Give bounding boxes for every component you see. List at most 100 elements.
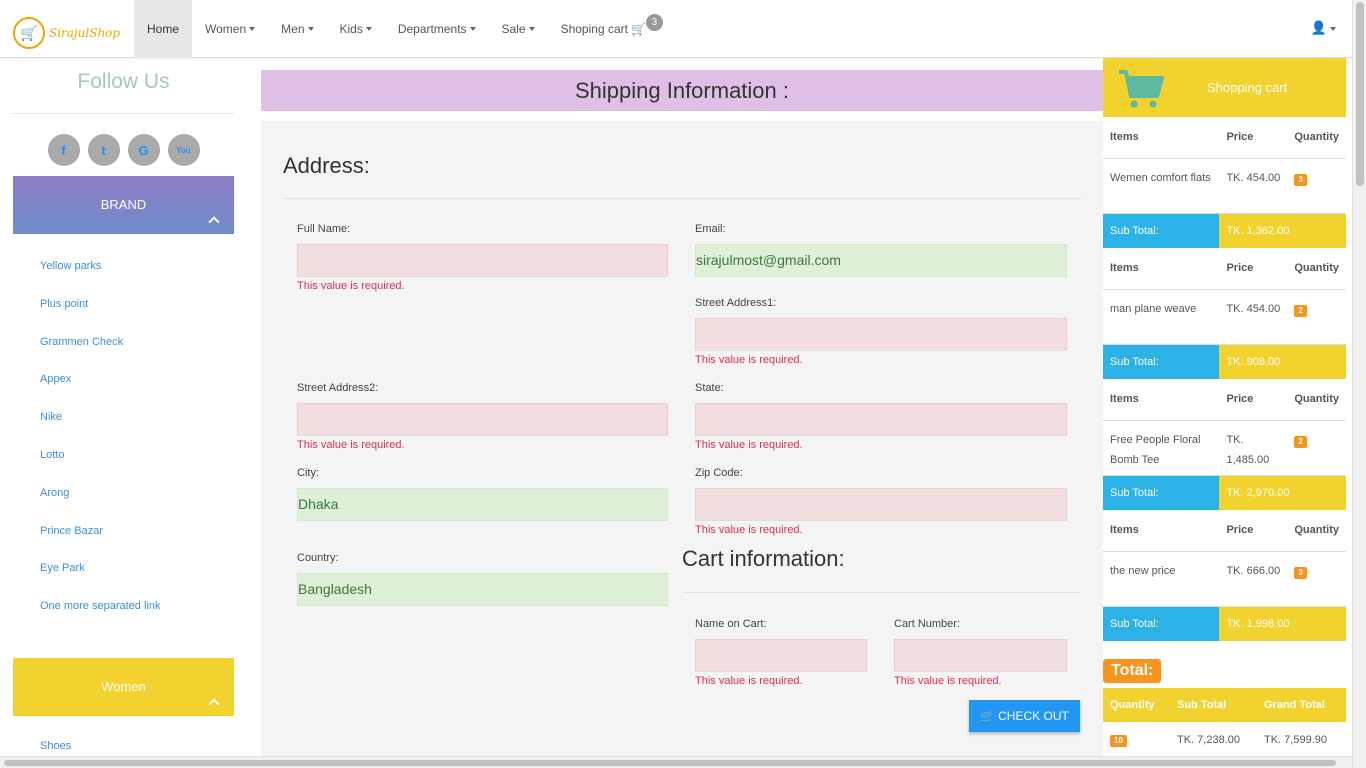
nav-sale[interactable]: Sale xyxy=(489,0,548,58)
left-sidebar: Follow Us f t G You BRAND Yellow parks P… xyxy=(13,58,234,758)
vertical-scrollbar[interactable] xyxy=(1352,0,1366,768)
shopping-cart-panel: Shopping cart Items Price Quantity Wemen… xyxy=(1103,58,1346,758)
subtotal-label: Sub Total: xyxy=(1103,475,1220,510)
facebook-icon[interactable]: f xyxy=(47,134,80,166)
address-title: Address: xyxy=(283,153,370,178)
col-items: Items xyxy=(1103,379,1220,421)
shopping-cart-logo-icon: 🛒 xyxy=(13,17,45,49)
cart-number-input[interactable] xyxy=(894,639,1067,672)
user-menu[interactable]: 👤 xyxy=(1311,20,1336,36)
brand-link[interactable]: Yellow parks xyxy=(40,248,234,286)
total-label: Total: xyxy=(1103,659,1162,683)
nav-home[interactable]: Home xyxy=(134,0,193,58)
total-col-subtotal: Sub Total xyxy=(1170,688,1257,722)
checkout-button[interactable]: 🛒 CHECK OUT xyxy=(969,700,1080,732)
state-field: State: This value is required. xyxy=(695,382,1067,451)
cart-information-title: Cart information: xyxy=(682,546,845,571)
cart-item-row: man plane weave TK. 454.00 2 xyxy=(1103,289,1346,345)
shipping-main: Shipping Information : Address: Full Nam… xyxy=(261,70,1103,761)
nav-men[interactable]: Men xyxy=(268,0,326,58)
shipping-header: Shipping Information : xyxy=(261,70,1103,111)
brand-link[interactable]: Grammen Check xyxy=(40,324,234,362)
cart-header-row: Items Price Quantity xyxy=(1103,379,1346,421)
women-category-link[interactable]: Shoes xyxy=(40,740,234,752)
name-on-cart-label: Name on Cart: xyxy=(695,618,767,630)
zip-code-field: Zip Code: This value is required. xyxy=(695,467,1067,536)
item-qty-cell: 2 xyxy=(1287,420,1346,476)
street-address2-field: Street Address2: This value is required. xyxy=(297,382,668,451)
subtotal-value: TK. 1,362.00 xyxy=(1219,213,1346,248)
women-panel-toggle[interactable]: Women xyxy=(13,657,234,716)
google-icon[interactable]: G xyxy=(127,134,160,166)
cart-item-row: the new price TK. 666.00 3 xyxy=(1103,551,1346,607)
full-name-label: Full Name: xyxy=(297,223,351,235)
city-label: City: xyxy=(297,467,319,479)
nav-kids[interactable]: Kids xyxy=(327,0,385,58)
col-price: Price xyxy=(1219,510,1288,552)
caret-down-icon xyxy=(307,27,314,31)
zip-code-error: This value is required. xyxy=(695,524,803,536)
user-icon: 👤 xyxy=(1310,20,1327,35)
col-items: Items xyxy=(1103,117,1220,159)
twitter-icon[interactable]: t xyxy=(87,134,120,166)
brand-link[interactable]: One more separated link xyxy=(40,588,234,626)
brand-logo-link[interactable]: 🛒 SirajulShop xyxy=(13,17,120,49)
qty-badge: 2 xyxy=(1294,305,1307,317)
full-name-input[interactable] xyxy=(297,244,668,277)
caret-down-icon xyxy=(1330,26,1336,31)
women-list: Shoes xyxy=(13,740,234,752)
brand-link[interactable]: Prince Bazar xyxy=(40,513,234,551)
qty-badge: 2 xyxy=(1294,436,1307,448)
cart-number-label: Cart Number: xyxy=(894,618,961,630)
brand-link[interactable]: Appex xyxy=(40,361,234,399)
zip-code-input[interactable] xyxy=(695,488,1067,521)
brand-link[interactable]: Arong xyxy=(40,475,234,513)
scrollbar-thumb[interactable] xyxy=(4,760,1336,766)
subtotal-row: Sub Total: TK. 908.00 xyxy=(1103,344,1346,379)
brand-link[interactable]: Eye Park xyxy=(40,550,234,588)
scrollbar-thumb[interactable] xyxy=(1356,2,1364,186)
total-qty-cell: 10 xyxy=(1103,722,1170,758)
cart-header-row: Items Price Quantity xyxy=(1103,248,1346,290)
city-input[interactable]: Dhaka xyxy=(297,488,668,521)
state-input[interactable] xyxy=(695,403,1067,436)
item-name: the new price xyxy=(1103,551,1220,607)
brand-panel-toggle[interactable]: BRAND xyxy=(13,176,234,234)
state-label: State: xyxy=(695,382,724,394)
email-input[interactable]: sirajulmost@gmail.com xyxy=(695,244,1067,277)
country-input[interactable]: Bangladesh xyxy=(297,573,668,606)
caret-down-icon xyxy=(528,27,535,31)
youtube-icon[interactable]: You xyxy=(167,134,200,166)
item-price: TK. 454.00 xyxy=(1219,289,1288,345)
street-address2-input[interactable] xyxy=(297,403,668,436)
cart-icon: 🛒 xyxy=(630,22,646,36)
item-qty-cell: 3 xyxy=(1287,551,1346,607)
email-field: Email: sirajulmost@gmail.com xyxy=(695,223,1067,277)
state-error: This value is required. xyxy=(695,439,803,451)
brand-link[interactable]: Nike xyxy=(40,399,234,437)
nav-cart-label: Shoping cart xyxy=(560,22,628,36)
cart-header: Shopping cart xyxy=(1103,58,1346,117)
cart-title: Shopping cart xyxy=(1207,80,1288,95)
total-header-row: Quantity Sub Total Grand Total xyxy=(1103,688,1346,722)
item-name: Free People Floral Bomb Tee xyxy=(1103,420,1220,476)
top-navbar: 🛒 SirajulShop Home Women Men Kids Depart… xyxy=(0,0,1352,58)
nav-shopping-cart[interactable]: Shoping cart 🛒 3 xyxy=(548,0,676,58)
horizontal-scrollbar[interactable] xyxy=(0,756,1352,768)
name-on-cart-input[interactable] xyxy=(695,639,867,672)
nav-women[interactable]: Women xyxy=(192,0,268,58)
total-row: 10 TK. 7,238.00 TK. 7,599.90 xyxy=(1103,722,1346,758)
nav-departments[interactable]: Departments xyxy=(385,0,489,58)
street-address1-input[interactable] xyxy=(695,318,1067,351)
name-on-cart-field: Name on Cart: This value is required. xyxy=(695,618,867,687)
divider xyxy=(283,198,1081,199)
qty-badge: 10 xyxy=(1110,735,1127,747)
item-price: TK. 1,485.00 xyxy=(1219,420,1288,476)
cart-icon: 🛒 xyxy=(980,709,996,723)
shopping-cart-icon xyxy=(1119,70,1164,108)
brand-list: Yellow parks Plus point Grammen Check Ap… xyxy=(13,248,234,626)
col-items: Items xyxy=(1103,510,1220,552)
item-price: TK. 666.00 xyxy=(1219,551,1288,607)
brand-link[interactable]: Lotto xyxy=(40,437,234,475)
brand-link[interactable]: Plus point xyxy=(40,286,234,324)
